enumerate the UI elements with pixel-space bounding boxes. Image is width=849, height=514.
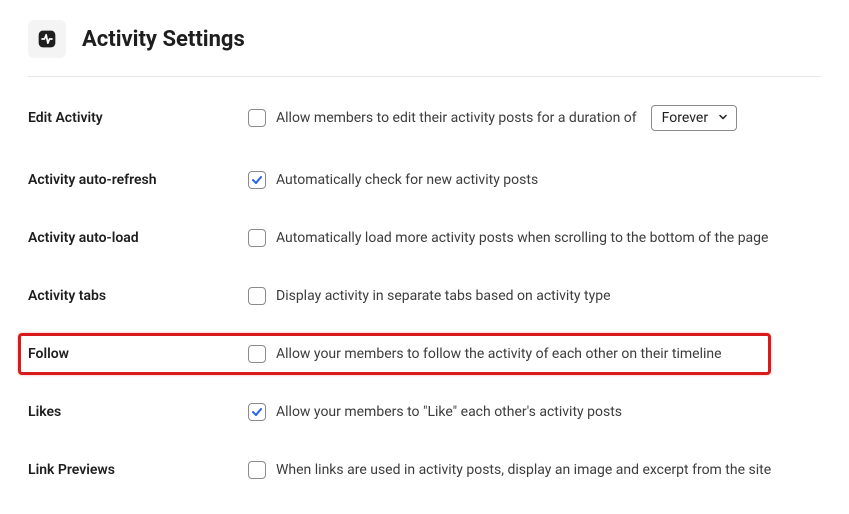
settings-header: Activity Settings — [28, 20, 821, 77]
page-title: Activity Settings — [82, 27, 245, 52]
follow-text: Allow your members to follow the activit… — [276, 346, 722, 362]
likes-text: Allow your members to "Like" each other'… — [276, 404, 622, 420]
auto-load-text: Automatically load more activity posts w… — [276, 230, 768, 246]
setting-edit-activity: Edit Activity Allow members to edit thei… — [28, 105, 821, 131]
link-previews-label: Link Previews — [28, 462, 248, 478]
activity-tabs-checkbox[interactable] — [248, 287, 266, 305]
setting-activity-tabs: Activity tabs Display activity in separa… — [28, 287, 821, 305]
likes-label: Likes — [28, 404, 248, 420]
activity-tabs-label: Activity tabs — [28, 288, 248, 304]
chevron-down-icon — [718, 110, 728, 126]
activity-tabs-text: Display activity in separate tabs based … — [276, 288, 611, 304]
setting-link-previews: Link Previews When links are used in act… — [28, 461, 821, 479]
edit-activity-label: Edit Activity — [28, 110, 248, 126]
setting-follow: Follow Allow your members to follow the … — [28, 345, 821, 363]
edit-activity-duration-select[interactable]: Forever — [651, 105, 737, 131]
edit-activity-text: Allow members to edit their activity pos… — [276, 110, 637, 126]
link-previews-text: When links are used in activity posts, d… — [276, 462, 771, 478]
link-previews-checkbox[interactable] — [248, 461, 266, 479]
auto-refresh-text: Automatically check for new activity pos… — [276, 172, 538, 188]
follow-checkbox[interactable] — [248, 345, 266, 363]
auto-refresh-checkbox[interactable] — [248, 171, 266, 189]
edit-activity-duration-value: Forever — [662, 110, 708, 126]
auto-refresh-label: Activity auto-refresh — [28, 172, 248, 188]
likes-checkbox[interactable] — [248, 403, 266, 421]
setting-likes: Likes Allow your members to "Like" each … — [28, 403, 821, 421]
setting-auto-load: Activity auto-load Automatically load mo… — [28, 229, 821, 247]
auto-load-checkbox[interactable] — [248, 229, 266, 247]
edit-activity-checkbox[interactable] — [248, 109, 266, 127]
follow-label: Follow — [28, 346, 248, 362]
auto-load-label: Activity auto-load — [28, 230, 248, 246]
setting-auto-refresh: Activity auto-refresh Automatically chec… — [28, 171, 821, 189]
activity-icon — [28, 20, 66, 58]
